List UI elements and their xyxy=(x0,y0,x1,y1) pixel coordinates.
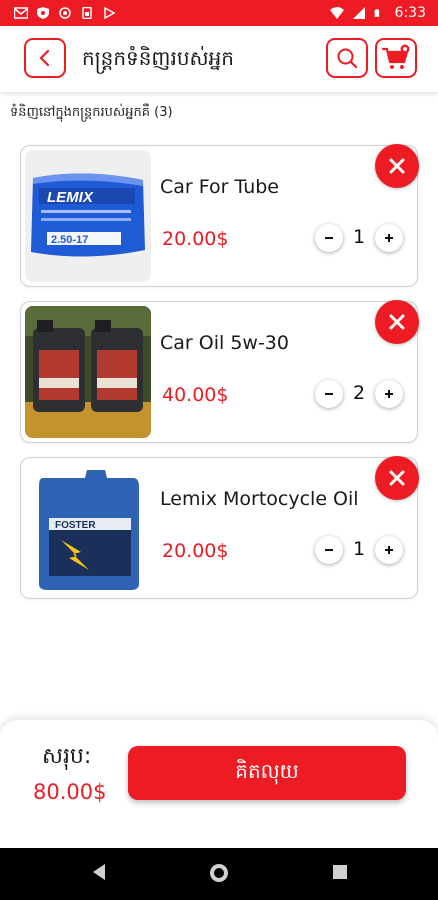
system-nav-bar xyxy=(0,848,438,900)
decrease-qty-button[interactable] xyxy=(315,380,343,408)
increase-qty-button[interactable] xyxy=(375,380,403,408)
decrease-qty-button[interactable] xyxy=(315,536,343,564)
close-icon xyxy=(389,314,405,330)
battery-icon xyxy=(374,9,379,17)
cart-icon xyxy=(381,44,410,69)
product-price: 20.00$ xyxy=(162,540,229,562)
increase-qty-button[interactable] xyxy=(375,224,403,252)
status-left xyxy=(14,7,116,19)
search-icon xyxy=(337,48,358,69)
app-header: កន្ត្រកទំនិញរបស់អ្នក xyxy=(0,26,438,92)
cart-item-card: FOSTER Lemix Mortocycle Oil 20.00$ 1 xyxy=(20,456,419,599)
gmail-icon xyxy=(14,7,28,19)
package-brand-text: FOSTER xyxy=(55,520,96,531)
product-name: Car For Tube xyxy=(160,176,280,198)
quantity-value: 1 xyxy=(352,538,366,560)
minus-icon xyxy=(325,549,333,551)
product-image xyxy=(25,306,151,438)
plus-icon xyxy=(385,390,393,398)
quantity-value: 1 xyxy=(352,226,366,248)
decrease-qty-button[interactable] xyxy=(315,224,343,252)
product-name: Car Oil 5w-30 xyxy=(160,332,289,354)
minus-icon xyxy=(325,393,333,395)
recents-square-icon[interactable] xyxy=(332,864,348,880)
remove-item-button[interactable] xyxy=(375,300,419,344)
checkout-button[interactable]: គិតលុយ xyxy=(128,746,406,800)
cart-item-card: Car Oil 5w-30 40.00$ 2 xyxy=(20,300,419,443)
cart-item-card: LEMIX 2.50-17 Car For Tube 20.00$ 1 xyxy=(20,144,419,287)
product-price: 40.00$ xyxy=(162,384,229,406)
status-right: 6:33 xyxy=(329,5,426,21)
back-button[interactable] xyxy=(24,38,66,78)
search-button[interactable] xyxy=(326,38,368,78)
minus-icon xyxy=(325,237,333,239)
remove-item-button[interactable] xyxy=(375,456,419,500)
sim-icon xyxy=(82,7,92,19)
status-time: 6:33 xyxy=(394,5,426,21)
shield-icon xyxy=(37,7,49,19)
close-icon xyxy=(389,470,405,486)
back-triangle-icon[interactable] xyxy=(90,862,108,882)
home-circle-icon[interactable] xyxy=(208,862,230,884)
plus-icon xyxy=(385,234,393,242)
checkout-bar: សរុប: 80.00$ គិតលុយ xyxy=(0,720,438,848)
quantity-value: 2 xyxy=(352,382,366,404)
page-title: កន្ត្រកទំនិញរបស់អ្នក xyxy=(82,46,234,70)
plus-icon xyxy=(385,546,393,554)
product-image: LEMIX 2.50-17 xyxy=(25,150,151,282)
product-price: 20.00$ xyxy=(162,228,229,250)
play-store-icon xyxy=(104,7,116,19)
remove-item-button[interactable] xyxy=(375,144,419,188)
increase-qty-button[interactable] xyxy=(375,536,403,564)
cart-button[interactable] xyxy=(375,38,417,78)
signal-icon xyxy=(352,7,365,19)
wifi-icon xyxy=(329,7,344,19)
status-bar: 6:33 xyxy=(0,0,438,26)
product-image: FOSTER xyxy=(25,462,151,594)
product-name: Lemix Mortocycle Oil xyxy=(160,488,359,510)
total-label: សរុប: xyxy=(42,744,92,769)
package-brand-text: LEMIX xyxy=(47,189,94,206)
close-icon xyxy=(389,158,405,174)
package-size-text: 2.50-17 xyxy=(51,234,88,246)
cart-items-count: ទំនិញនៅក្នុងកន្ត្រករបស់អ្នកគឺ (3) xyxy=(10,105,173,120)
total-value: 80.00$ xyxy=(33,780,107,804)
circle-icon xyxy=(59,7,71,19)
chevron-left-icon xyxy=(39,49,50,67)
